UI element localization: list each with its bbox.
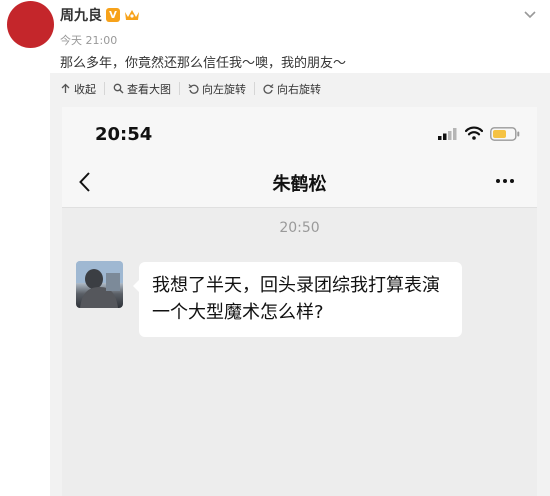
rotate-right-icon [263,84,274,94]
author-row: 周九良 V [60,5,140,25]
collapse-arrow-icon [61,83,70,93]
collapse-button[interactable]: 收起 [60,82,105,96]
chevron-down-icon[interactable] [522,6,538,19]
signal-icon [438,128,457,140]
status-time: 20:54 [95,124,153,145]
rotate-right-label: 向右旋转 [277,82,321,96]
sender-avatar[interactable] [76,261,123,308]
contact-name: 朱鹤松 [272,174,327,195]
collapse-label: 收起 [74,82,96,96]
post-text: 那么多年，你竟然还那么信任我～噢，我的朋友～ [60,56,347,71]
rotate-left-icon [188,84,199,94]
image-toolbar: 收起 查看大图 向左旋转 向右旋转 [60,82,329,96]
rotate-left-button[interactable]: 向左旋转 [180,82,255,96]
message-bubble[interactable]: 我想了半天，回头录团综我打算表演一个大型魔术怎么样? [133,262,462,337]
magnifier-icon [113,83,124,94]
rotate-right-button[interactable]: 向右旋转 [255,82,329,96]
chat-screenshot[interactable]: 20:54 朱鹤松 20:50 我想了半天，回头录团综我打算表演一个大型魔术怎么… [62,107,537,496]
view-large-label: 查看大图 [127,82,171,96]
crown-icon [124,8,140,22]
rotate-left-label: 向左旋转 [202,82,246,96]
author-name[interactable]: 周九良 [60,5,102,25]
post-time[interactable]: 今天 21:00 [60,32,117,48]
battery-icon [490,127,520,141]
verified-v-icon: V [106,8,120,22]
more-dots-icon[interactable] [496,179,514,183]
view-large-button[interactable]: 查看大图 [105,82,180,96]
message-timestamp: 20:50 [279,220,320,236]
author-avatar[interactable] [7,1,54,48]
chat-nav-bar: 朱鹤松 [62,157,537,208]
status-bar: 20:54 [62,107,537,157]
wifi-icon [465,126,483,140]
